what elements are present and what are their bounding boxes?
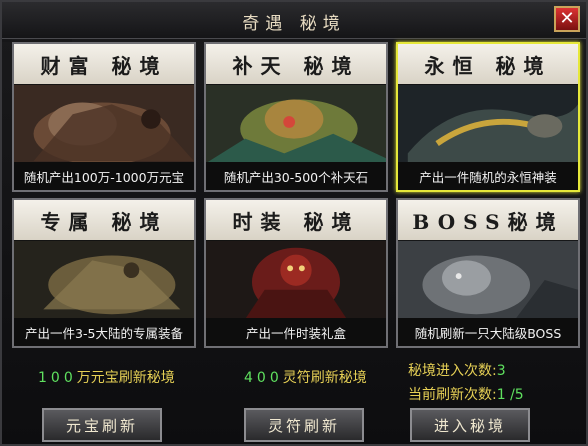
lingfu-refresh-cost: 400灵符刷新秘境: [244, 367, 367, 387]
close-button[interactable]: ✕: [554, 6, 580, 32]
realm-card-butian[interactable]: 补天 秘境 随机产出30-500个补天石: [204, 42, 388, 192]
lingfu-cost-text: 灵符刷新秘境: [282, 370, 367, 386]
enter-count: 秘境进入次数:3: [408, 360, 506, 380]
realm-card-eternal[interactable]: 永恒 秘境 产出一件随机的永恒神装: [396, 42, 580, 192]
realm-card-caption: 产出一件时装礼盒: [206, 318, 386, 346]
refresh-count-value: 1 /5: [496, 387, 524, 403]
realm-card-title: 财富 秘境: [40, 53, 168, 78]
realm-card-caption: 随机刷新一只大陆级BOSS: [398, 318, 578, 346]
beast-artwork-image: [206, 84, 386, 164]
window-title: 奇遇 秘境: [242, 14, 346, 34]
realm-card-title: 永恒 秘境: [424, 53, 552, 78]
beast-artwork-image: [398, 84, 578, 164]
yuanbao-cost-number: 100: [38, 370, 77, 386]
realm-card-boss[interactable]: BOSS秘境 随机刷新一只大陆级BOSS: [396, 198, 580, 348]
enter-realm-button[interactable]: 进入秘境: [410, 408, 530, 442]
realm-card-exclusive[interactable]: 专属 秘境 产出一件3-5大陆的专属装备: [12, 198, 196, 348]
realm-card-title: BOSS秘境: [412, 209, 564, 234]
realm-card-title: 补天 秘境: [232, 53, 360, 78]
realm-card-caption: 随机产出100万-1000万元宝: [14, 162, 194, 190]
enter-count-value: 3: [496, 363, 506, 379]
realm-card-header: 财富 秘境: [14, 44, 194, 84]
realm-card-title: 专属 秘境: [40, 209, 168, 234]
lingfu-cost-number: 400: [244, 370, 283, 386]
realm-card-title: 时装 秘境: [232, 209, 360, 234]
yuanbao-refresh-button[interactable]: 元宝刷新: [42, 408, 162, 442]
realm-card-header: 专属 秘境: [14, 200, 194, 240]
realm-card-caption: 产出一件随机的永恒神装: [398, 162, 578, 190]
refresh-count-label: 当前刷新次数:: [408, 387, 497, 403]
refresh-count: 当前刷新次数:1 /5: [408, 384, 524, 404]
realm-card-header: 永恒 秘境: [398, 44, 578, 84]
realm-card-wealth[interactable]: 财富 秘境 随机产出100万-1000万元宝: [12, 42, 196, 192]
realm-card-header: 补天 秘境: [206, 44, 386, 84]
realm-card-caption: 产出一件3-5大陆的专属装备: [14, 318, 194, 346]
yuanbao-refresh-cost: 100万元宝刷新秘境: [38, 367, 175, 387]
beast-artwork-image: [206, 240, 386, 320]
beast-artwork-image: [14, 240, 194, 320]
enter-count-label: 秘境进入次数:: [408, 363, 497, 379]
lingfu-refresh-button[interactable]: 灵符刷新: [244, 408, 364, 442]
realm-card-header: 时装 秘境: [206, 200, 386, 240]
realm-card-caption: 随机产出30-500个补天石: [206, 162, 386, 190]
beast-artwork-image: [398, 240, 578, 320]
title-bar: 奇遇 秘境: [2, 2, 586, 39]
secret-realm-window: 奇遇 秘境 ✕ 财富 秘境 随机产出100万-1000万元宝 补天 秘境 随机产…: [0, 0, 588, 446]
realm-card-header: BOSS秘境: [398, 200, 578, 240]
beast-artwork-image: [14, 84, 194, 164]
realm-grid: 财富 秘境 随机产出100万-1000万元宝 补天 秘境 随机产出30-500个…: [12, 42, 580, 348]
realm-card-fashion[interactable]: 时装 秘境 产出一件时装礼盒: [204, 198, 388, 348]
yuanbao-cost-text: 万元宝刷新秘境: [76, 370, 175, 386]
